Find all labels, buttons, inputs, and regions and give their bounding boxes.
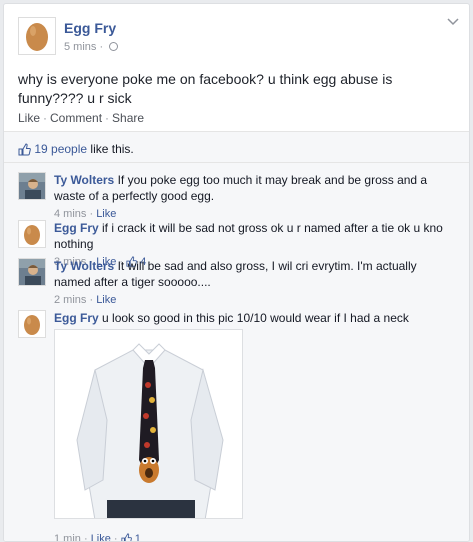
comment-time[interactable]: 1 min — [54, 533, 81, 541]
comment-body: Ty Wolters If you poke egg too much it m… — [54, 172, 452, 222]
comment-meta: 2 mins · Like — [54, 294, 117, 306]
comment-button[interactable]: Comment — [50, 111, 102, 125]
comment-text: if i crack it will be sad not gross ok u… — [54, 221, 443, 251]
post-text: why is everyone poke me on facebook? u t… — [18, 71, 393, 106]
chevron-down-icon[interactable] — [447, 18, 459, 26]
comment-text: u look so good in this pic 10/10 would w… — [102, 311, 409, 325]
share-button[interactable]: Share — [112, 111, 144, 125]
facebook-post-card: Egg Fry 5 mins · why is everyone poke me… — [3, 3, 470, 542]
comment-time[interactable]: 4 mins — [54, 208, 86, 220]
comment-like-count[interactable]: 1 — [135, 533, 141, 541]
comment-like-button[interactable]: Like — [96, 208, 116, 220]
meta-separator: · — [99, 41, 104, 53]
thumbs-up-icon — [18, 143, 31, 156]
man-in-shirt-with-tie-photo[interactable] — [54, 329, 243, 519]
egg-fry-avatar[interactable] — [18, 220, 46, 248]
man-avatar[interactable] — [18, 172, 46, 200]
egg-fry-avatar[interactable] — [18, 17, 56, 55]
separator-dot: · — [43, 111, 48, 125]
post-meta: 5 mins · — [64, 41, 119, 53]
comment-like-button[interactable]: Like — [96, 294, 116, 306]
globe-icon — [109, 42, 119, 51]
comments-section: 19 people like this. Ty Wolters If you p… — [4, 132, 469, 541]
comment-like-button[interactable]: Like — [91, 533, 111, 541]
comment-meta: 1 min · Like · 1 — [54, 533, 141, 541]
likes-count-link[interactable]: 19 people — [34, 142, 87, 156]
post-timestamp[interactable]: 5 mins — [64, 41, 96, 53]
thumbs-up-icon — [121, 533, 132, 541]
comment-author[interactable]: Egg Fry — [54, 221, 99, 235]
separator-dot: · — [105, 111, 110, 125]
like-button[interactable]: Like — [18, 111, 40, 125]
comment-time[interactable]: 2 mins — [54, 294, 86, 306]
egg-fry-avatar[interactable] — [18, 310, 46, 338]
comment-body: Ty Wolters It will be sad and also gross… — [54, 258, 452, 308]
likes-summary: 19 people like this. — [18, 142, 134, 156]
post-author-name[interactable]: Egg Fry — [64, 20, 116, 36]
comment-author[interactable]: Egg Fry — [54, 311, 99, 325]
likes-suffix: like this. — [90, 142, 134, 156]
comment-body: Egg Fry u look so good in this pic 10/10… — [54, 310, 452, 326]
post-actions: Like · Comment · Share — [18, 111, 144, 125]
man-avatar[interactable] — [18, 258, 46, 286]
comment-author[interactable]: Ty Wolters — [54, 259, 114, 273]
divider — [4, 162, 469, 163]
comment-author[interactable]: Ty Wolters — [54, 173, 114, 187]
